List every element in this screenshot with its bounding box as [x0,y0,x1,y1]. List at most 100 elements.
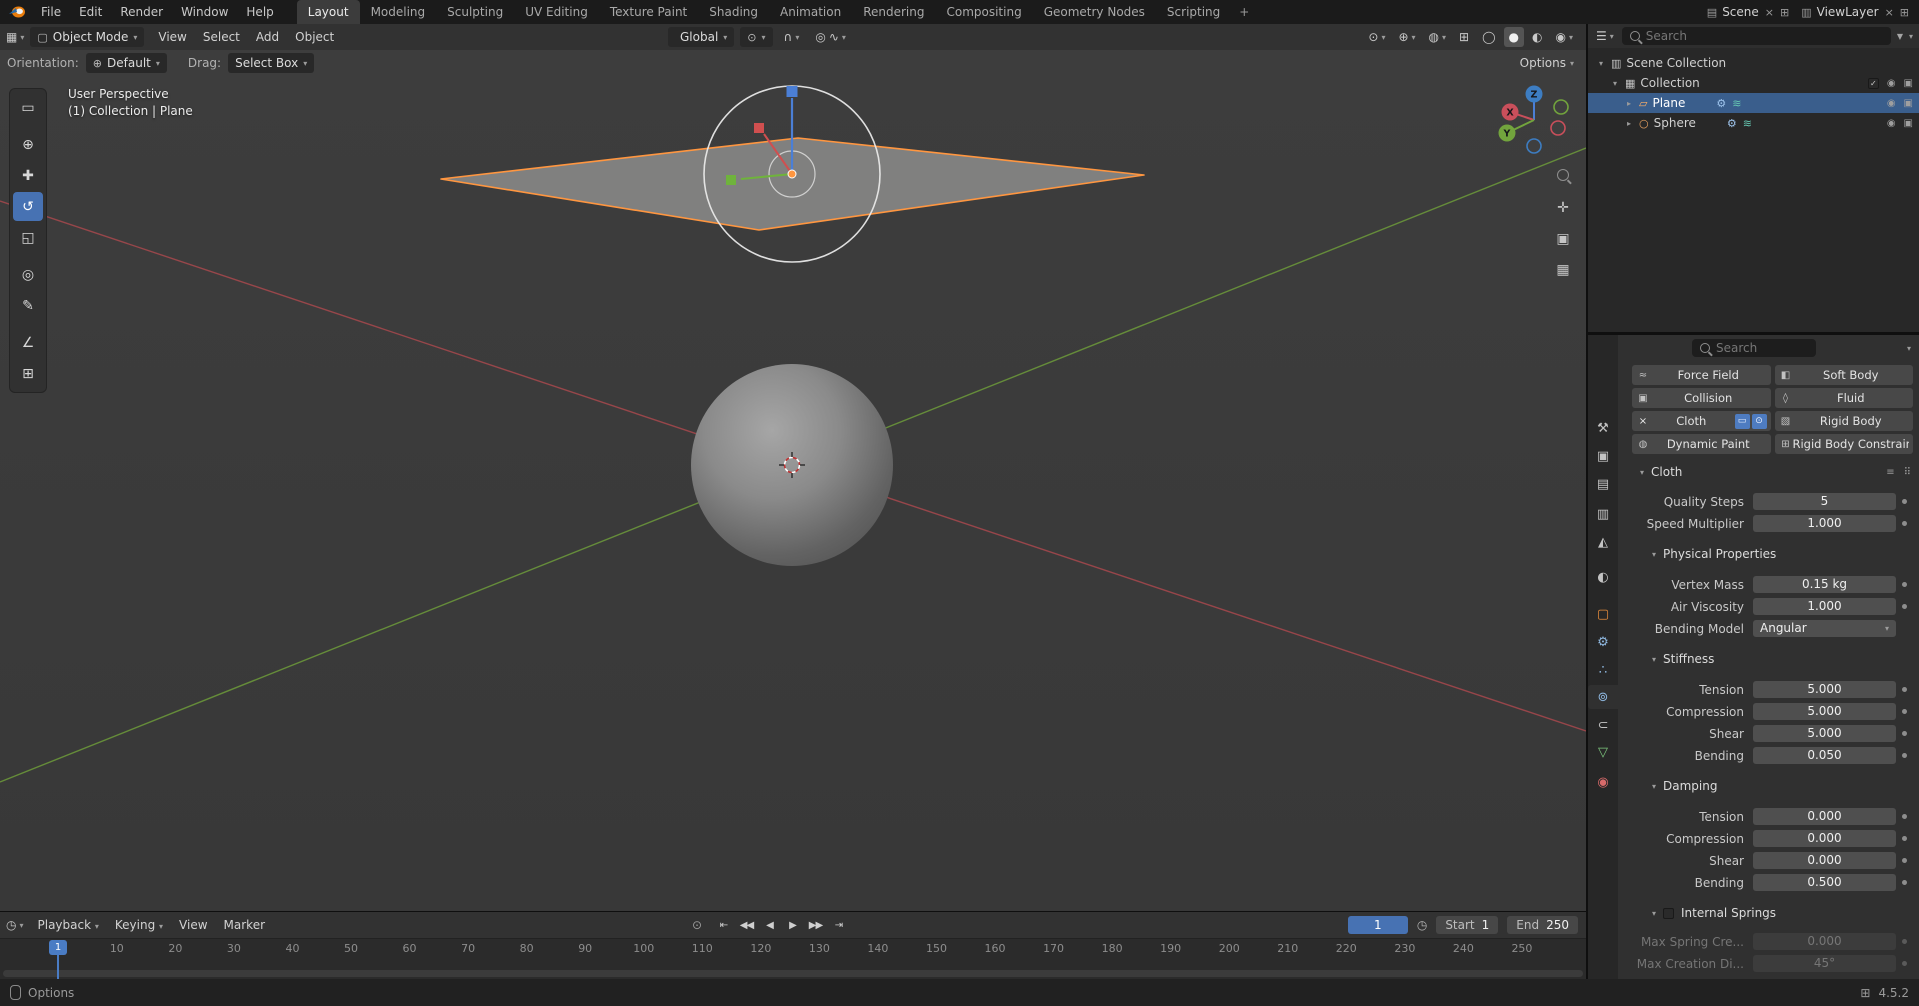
disable-render-icon[interactable]: ▣ [1904,118,1913,129]
collision-button[interactable]: ▣ Collision [1632,388,1771,408]
new-viewlayer-icon[interactable]: ⊞ [1900,6,1909,19]
end-frame-field[interactable]: End 250 [1507,916,1578,934]
outliner-search-input[interactable] [1646,29,1883,43]
internal-springs-header[interactable]: ▾ Internal Springs [1618,904,1919,922]
fluid-button[interactable]: ◊ Fluid [1775,388,1914,408]
proportional-editing-toggle[interactable]: ◎ ∿ ▾ [810,27,851,47]
workspace-tab[interactable]: Scripting [1156,0,1231,24]
viewport-menu-item[interactable]: Select [195,30,248,44]
gizmos-toggle[interactable]: ⊕ ▾ [1393,27,1420,47]
extensions-icon[interactable]: ⊞ [1860,986,1870,1000]
workspace-tab[interactable]: Animation [769,0,852,24]
properties-tab-output[interactable]: ▤ [1588,472,1618,496]
cloth-button-active[interactable]: × Cloth ▭ ⊙ [1632,411,1771,431]
property-value-field[interactable]: 0.000 [1753,830,1896,847]
expander-icon[interactable]: ▸ [1624,119,1634,128]
view-menu[interactable]: View [171,918,215,932]
modifier-wrench-icon[interactable]: ⚙ [1716,97,1726,110]
add-workspace-button[interactable]: + [1231,0,1257,24]
animate-dot[interactable] [1896,687,1913,692]
outliner-row-collection[interactable]: ▾ ▦ Collection ✓ ◉ ▣ [1588,73,1919,93]
drag-dots-icon[interactable]: ⠿ [1904,467,1911,478]
timeline-scrollbar[interactable] [3,970,1583,977]
shading-wireframe-button[interactable]: ◯ [1477,27,1500,47]
editor-type-selector[interactable]: ▦ ▾ [0,30,30,44]
toggle-ortho-icon[interactable]: ▦ [1549,262,1577,278]
properties-tab-world[interactable]: ◐ [1588,565,1618,589]
zoom-icon[interactable] [1549,169,1577,185]
overlays-toggle[interactable]: ◍ ▾ [1424,27,1452,47]
playhead[interactable]: 1 [49,940,67,955]
animate-dot[interactable] [1896,814,1913,819]
outliner-row-scene-collection[interactable]: ▾ ▥ Scene Collection [1588,53,1919,73]
disable-render-icon[interactable]: ▣ [1904,98,1913,109]
tool-button[interactable]: ↺ [13,192,43,221]
property-value-field[interactable]: 5.000 [1753,703,1896,720]
properties-tab-object[interactable]: ▢ [1588,602,1618,626]
properties-tab-material[interactable]: ◉ [1588,770,1618,794]
unlink-scene-icon[interactable]: × [1764,6,1775,19]
transport-button[interactable]: ⇥ [828,916,849,934]
hide-eye-icon[interactable]: ◉ [1887,118,1896,129]
snap-toggle[interactable]: ∩ ▾ [779,27,805,47]
cloth-render-toggle[interactable]: ⊙ [1752,414,1767,429]
property-value-field[interactable]: 5 [1753,493,1896,510]
transport-button[interactable]: ▶▶ [805,916,826,934]
stiffness-header[interactable]: ▾ Stiffness [1618,650,1919,668]
topbar-menu-item[interactable]: Window [172,0,237,24]
transport-button[interactable]: ◀◀ [736,916,757,934]
properties-tab-physics[interactable]: ⊚ [1588,685,1618,709]
sphere-object[interactable] [691,364,893,566]
expander-icon[interactable]: ▸ [1624,99,1634,108]
animate-dot[interactable] [1896,709,1913,714]
axis-minus-x-ball[interactable] [1551,121,1565,135]
tool-button[interactable]: ◱ [13,223,43,252]
bending-model-dropdown[interactable]: Angular ▾ [1753,620,1896,637]
properties-tab-viewlayer[interactable]: ▥ [1588,502,1618,526]
presets-icon[interactable]: ≡ [1886,467,1894,478]
xray-toggle[interactable]: ⊞ [1454,27,1474,47]
workspace-tab[interactable]: Geometry Nodes [1033,0,1156,24]
hide-eye-icon[interactable]: ◉ [1887,78,1896,89]
properties-tab-data[interactable]: ▽ [1588,740,1618,764]
property-value-field[interactable]: 0.15 kg [1753,576,1896,593]
animate-dot[interactable] [1896,880,1913,885]
damping-header[interactable]: ▾ Damping [1618,777,1919,795]
axis-minus-z-ball[interactable] [1527,139,1541,153]
animate-dot[interactable] [1896,858,1913,863]
property-value-field[interactable]: 1.000 [1753,515,1896,532]
property-value-field[interactable]: 0.500 [1753,874,1896,891]
chevron-down-icon[interactable]: ▾ [1909,32,1913,41]
viewport-menu-item[interactable]: Object [287,30,342,44]
use-preview-range-icon[interactable]: ◷ [1417,918,1427,932]
properties-tab-render[interactable]: ▣ [1588,444,1618,468]
drag-dropdown[interactable]: Select Box ▾ [228,53,314,73]
workspace-tab[interactable]: Rendering [852,0,935,24]
outliner-editor-selector[interactable]: ☰ ▾ [1594,29,1616,43]
workspace-tab[interactable]: Sculpting [436,0,514,24]
outliner-search[interactable] [1622,27,1891,45]
expander-icon[interactable]: ▾ [1610,79,1620,88]
properties-search-input[interactable] [1716,341,1808,355]
tool-button[interactable]: ▭ [13,93,43,122]
gizmo-y-square[interactable] [726,175,736,185]
force-field-button[interactable]: ≈ Force Field [1632,365,1771,385]
pivot-point-dropdown[interactable]: ⊙ ▾ [740,27,772,47]
animate-dot[interactable] [1896,836,1913,841]
properties-tab-particles[interactable]: ∴ [1588,658,1618,682]
cloth-viewport-display-toggle[interactable]: ▭ [1735,414,1750,429]
tool-options-button[interactable]: Options ▾ [1520,56,1586,70]
disable-render-icon[interactable]: ▣ [1904,78,1913,89]
shading-rendered-button[interactable]: ◉ ▾ [1551,27,1579,47]
tool-button[interactable]: ⊞ [13,359,43,388]
hide-eye-icon[interactable]: ◉ [1887,98,1896,109]
tool-button[interactable]: ⊕ [13,130,43,159]
tool-button[interactable]: ◎ [13,260,43,289]
collision-physics-icon[interactable]: ≋ [1743,117,1752,130]
pan-hand-icon[interactable]: ✛ [1549,200,1577,216]
physical-properties-header[interactable]: ▾ Physical Properties [1618,545,1919,563]
shading-solid-button[interactable]: ● [1504,27,1524,47]
viewport-canvas[interactable]: Z X Y User Perspective (1) Collection | … [0,76,1586,911]
new-scene-icon[interactable]: ⊞ [1780,6,1789,19]
workspace-tab[interactable]: Modeling [360,0,437,24]
